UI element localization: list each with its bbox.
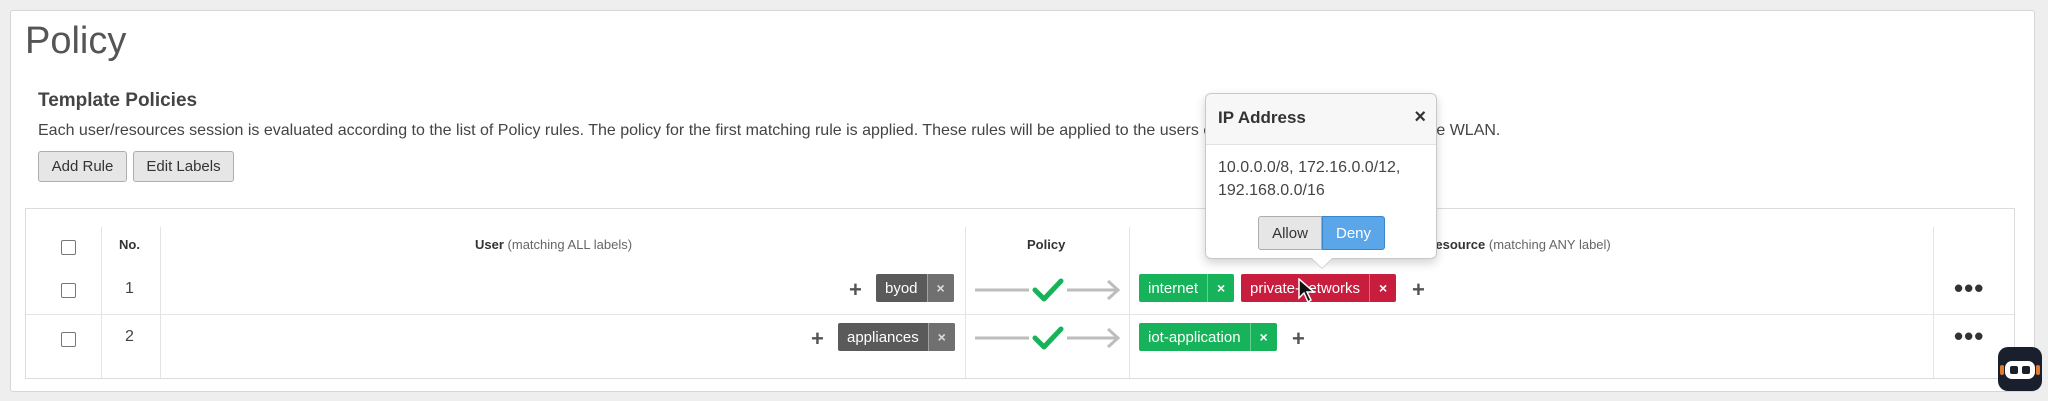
- popover-header: IP Address ×: [1206, 94, 1436, 145]
- allow-policy-icon[interactable]: [973, 275, 1123, 305]
- resource-tag: iot-application ×: [1139, 323, 1277, 351]
- allow-button[interactable]: Allow: [1258, 216, 1322, 250]
- column-divider: [1933, 227, 1934, 378]
- remove-tag-icon[interactable]: ×: [927, 323, 955, 351]
- row-checkbox[interactable]: [61, 332, 76, 347]
- row-checkbox[interactable]: [61, 283, 76, 298]
- remove-tag-icon[interactable]: ×: [1249, 323, 1277, 351]
- header-no: No.: [119, 237, 140, 252]
- row-more-icon[interactable]: •••: [1954, 323, 1984, 349]
- resource-tag: internet ×: [1139, 274, 1235, 302]
- section-title: Template Policies: [38, 90, 198, 111]
- ip-address-popover: IP Address × 10.0.0.0/8, 172.16.0.0/12, …: [1205, 93, 1437, 259]
- row-more-icon[interactable]: •••: [1954, 275, 1984, 301]
- ip-address-line: 192.168.0.0/16: [1218, 182, 1325, 199]
- ip-address-list: 10.0.0.0/8, 172.16.0.0/12, 192.168.0.0/1…: [1218, 156, 1428, 202]
- add-user-label-icon[interactable]: +: [849, 279, 862, 301]
- deny-button[interactable]: Deny: [1322, 216, 1385, 250]
- user-tag: byod ×: [876, 274, 954, 302]
- remove-tag-icon[interactable]: ×: [1369, 274, 1396, 302]
- column-divider: [965, 227, 966, 378]
- robot-face-icon: [2000, 361, 2040, 379]
- popover-caret: [1312, 258, 1332, 268]
- row-divider: [26, 314, 2014, 315]
- ip-address-line: 10.0.0.0/8, 172.16.0.0/12,: [1218, 159, 1401, 176]
- column-divider: [160, 227, 161, 378]
- user-tag-label: byod: [885, 279, 918, 297]
- row-number: 2: [125, 328, 134, 345]
- edit-labels-button[interactable]: Edit Labels: [133, 151, 234, 182]
- resource-tag[interactable]: private-networks ×: [1241, 274, 1397, 302]
- column-divider: [1129, 227, 1130, 378]
- allow-policy-icon[interactable]: [973, 323, 1123, 353]
- header-policy: Policy: [1027, 237, 1066, 252]
- add-rule-button[interactable]: Add Rule: [38, 151, 127, 182]
- add-user-label-icon[interactable]: +: [811, 328, 824, 350]
- select-all-checkbox[interactable]: [61, 240, 76, 255]
- popover-title: IP Address: [1218, 108, 1306, 127]
- remove-tag-icon[interactable]: ×: [1207, 274, 1234, 302]
- column-divider: [101, 227, 102, 378]
- close-icon[interactable]: ×: [1414, 106, 1426, 129]
- add-resource-label-icon[interactable]: +: [1412, 279, 1425, 301]
- resource-tag-label: internet: [1148, 279, 1199, 297]
- header-user: User (matching ALL labels): [475, 237, 633, 252]
- add-resource-label-icon[interactable]: +: [1292, 328, 1305, 350]
- remove-tag-icon[interactable]: ×: [926, 274, 954, 302]
- header-resource: Resource (matching ANY label): [1426, 237, 1611, 252]
- user-tag: appliances ×: [838, 323, 955, 351]
- policy-table: No. User (matching ALL labels) Policy Re…: [25, 208, 2015, 379]
- resource-tag-label: iot-application: [1148, 328, 1241, 346]
- user-tag-label: appliances: [847, 328, 919, 346]
- mouse-cursor-icon: [1298, 278, 1316, 304]
- chatbot-icon[interactable]: [1998, 347, 2042, 391]
- row-number: 1: [125, 280, 134, 297]
- allow-deny-toggle: Allow Deny: [1258, 216, 1385, 250]
- page-title: Policy: [25, 20, 127, 62]
